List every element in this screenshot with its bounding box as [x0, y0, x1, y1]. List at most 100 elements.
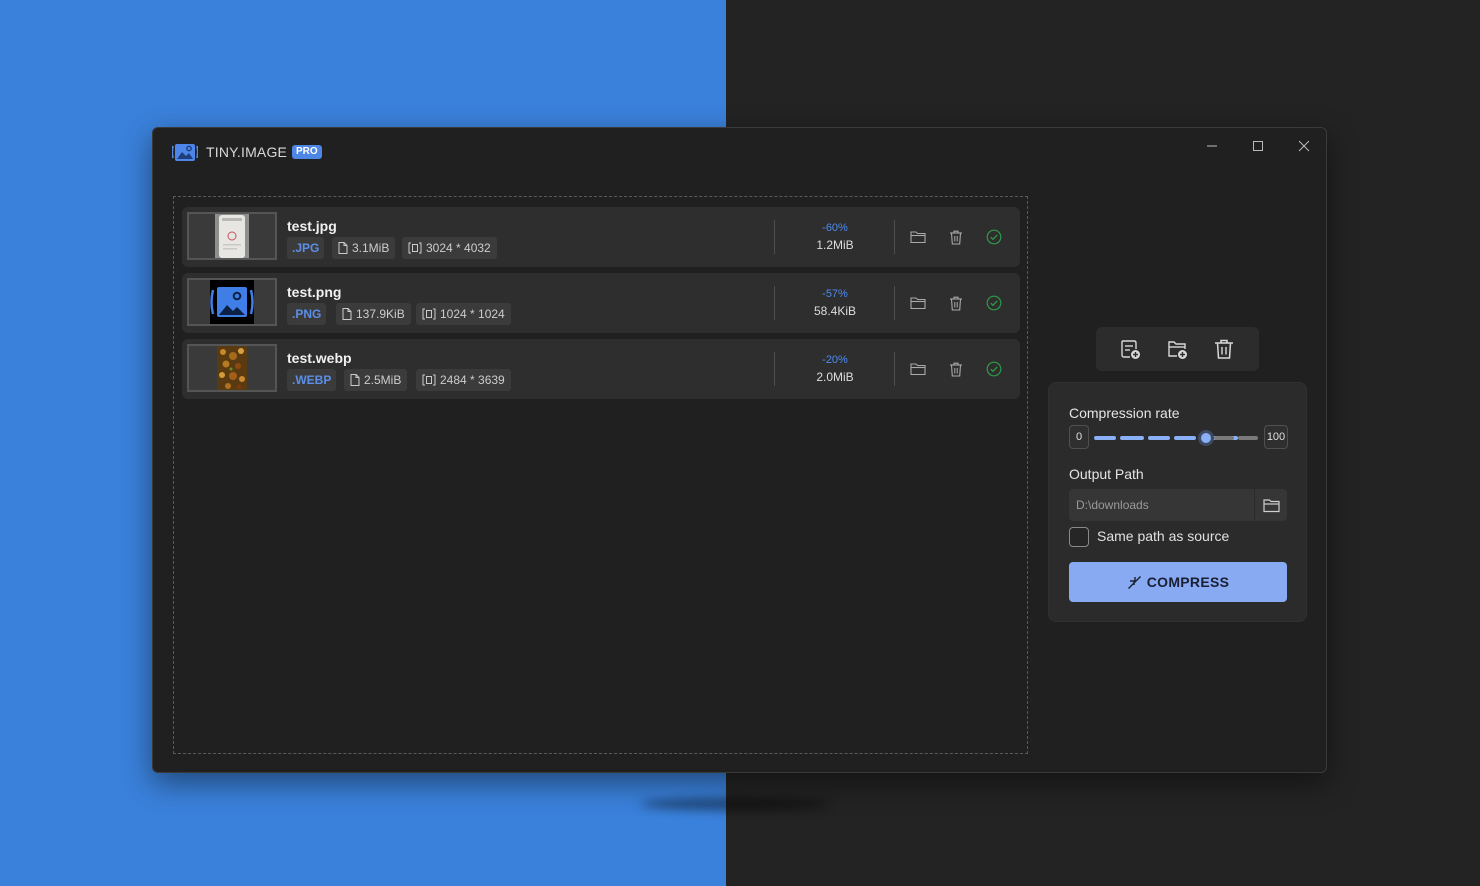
- compression-rate: -57%: [822, 288, 848, 300]
- close-button[interactable]: [1289, 133, 1319, 159]
- file-thumbnail: [187, 278, 277, 326]
- delete-button[interactable]: [946, 227, 966, 247]
- compressed-size: 58.4KiB: [813, 304, 857, 318]
- slider-min-value: 0: [1069, 425, 1089, 449]
- close-icon: [1298, 140, 1310, 152]
- file-ext: .WEBP: [292, 373, 332, 387]
- logo-thumbnail-image: [189, 280, 275, 324]
- file-icon: [338, 242, 348, 254]
- dimensions-icon: [408, 242, 422, 254]
- status-done: [984, 293, 1004, 313]
- check-circle-icon: [986, 295, 1002, 311]
- minimize-button[interactable]: [1197, 133, 1227, 159]
- divider: [774, 352, 775, 386]
- clear-all-button[interactable]: [1211, 336, 1237, 362]
- file-size-chip: 2.5MiB: [344, 369, 408, 391]
- status-done: [984, 359, 1004, 379]
- window-shadow: [640, 798, 830, 810]
- slider-max-value: 100: [1264, 425, 1288, 449]
- file-size: 137.9KiB: [356, 307, 405, 321]
- slider-fill: [1120, 436, 1144, 440]
- app-window: TINY.IMAGE PRO test.jpg .JPG 3.1MiB 3024…: [152, 127, 1327, 773]
- settings-panel: Compression rate 0 100 Output Path D:\do…: [1048, 382, 1307, 622]
- open-folder-button[interactable]: [908, 359, 928, 379]
- action-toolbar: [1096, 327, 1259, 371]
- bottle-thumbnail-image: [189, 214, 275, 258]
- file-size: 2.5MiB: [364, 373, 402, 387]
- file-dimensions: 3024 * 4032: [426, 241, 491, 255]
- slider-fill: [1174, 436, 1196, 440]
- slider-thumb[interactable]: [1198, 430, 1214, 446]
- title-bar[interactable]: TINY.IMAGE PRO: [153, 128, 1326, 176]
- open-folder-icon: [910, 231, 926, 244]
- compression-rate-label: Compression rate: [1069, 405, 1180, 421]
- output-path-input[interactable]: D:\downloads: [1069, 489, 1254, 521]
- compressed-size: 2.0MiB: [816, 370, 854, 384]
- delete-icon: [950, 230, 962, 245]
- divider: [894, 220, 895, 254]
- file-icon: [342, 308, 352, 320]
- maximize-icon: [1253, 141, 1263, 151]
- delete-icon: [950, 362, 962, 377]
- pro-badge: PRO: [292, 145, 322, 159]
- slider-fill: [1148, 436, 1170, 440]
- check-circle-icon: [986, 229, 1002, 245]
- compression-slider[interactable]: [1094, 436, 1258, 440]
- add-folder-button[interactable]: [1164, 336, 1190, 362]
- clear-all-icon: [1215, 339, 1233, 359]
- compress-button[interactable]: COMPRESS: [1069, 562, 1287, 602]
- file-row[interactable]: test.jpg .JPG 3.1MiB 3024 * 4032 -60% 1.…: [182, 207, 1020, 267]
- minimize-icon: [1207, 145, 1217, 147]
- compressed-size: 1.2MiB: [816, 238, 854, 252]
- file-icon: [350, 374, 360, 386]
- file-ext: .JPG: [292, 241, 320, 255]
- dimensions-chip: 1024 * 1024: [416, 303, 511, 325]
- dimensions-chip: 3024 * 4032: [402, 237, 497, 259]
- food-thumbnail-image: [189, 346, 275, 390]
- file-thumbnail: [187, 344, 277, 392]
- file-dimensions: 1024 * 1024: [440, 307, 505, 321]
- same-path-label: Same path as source: [1097, 528, 1230, 544]
- slider-rest: [1214, 436, 1234, 440]
- divider: [894, 352, 895, 386]
- compress-icon: [1127, 575, 1141, 589]
- add-file-icon: [1121, 340, 1140, 359]
- open-folder-icon: [910, 363, 926, 376]
- compression-rate: -60%: [822, 222, 848, 234]
- compress-label: COMPRESS: [1146, 574, 1230, 590]
- folder-icon: [1262, 498, 1280, 512]
- browse-folder-button[interactable]: [1255, 489, 1287, 521]
- file-ext-badge: .WEBP: [287, 369, 337, 391]
- file-drop-zone[interactable]: test.jpg .JPG 3.1MiB 3024 * 4032 -60% 1.…: [173, 196, 1028, 754]
- file-dimensions: 2484 * 3639: [440, 373, 505, 387]
- dimensions-icon: [422, 374, 436, 386]
- file-ext: .PNG: [292, 307, 322, 321]
- file-row[interactable]: test.webp .WEBP 2.5MiB 2484 * 3639 -20% …: [182, 339, 1020, 399]
- app-title: TINY.IMAGE: [206, 144, 288, 160]
- check-circle-icon: [986, 361, 1002, 377]
- dimensions-icon: [422, 308, 436, 320]
- divider: [774, 286, 775, 320]
- delete-button[interactable]: [946, 359, 966, 379]
- slider-fill: [1094, 436, 1116, 440]
- open-folder-button[interactable]: [908, 227, 928, 247]
- divider: [894, 286, 895, 320]
- same-path-checkbox[interactable]: [1069, 527, 1089, 547]
- file-ext-badge: .PNG: [287, 303, 327, 325]
- add-file-button[interactable]: [1117, 336, 1143, 362]
- dimensions-chip: 2484 * 3639: [416, 369, 511, 391]
- compression-rate: -20%: [822, 354, 848, 366]
- file-row[interactable]: test.png .PNG 137.9KiB 1024 * 1024 -57% …: [182, 273, 1020, 333]
- delete-button[interactable]: [946, 293, 966, 313]
- app-logo-icon: [172, 144, 198, 161]
- file-size: 3.1MiB: [352, 241, 390, 255]
- open-folder-icon: [910, 297, 926, 310]
- file-name: test.webp: [287, 350, 352, 366]
- file-size-chip: 137.9KiB: [336, 303, 411, 325]
- file-thumbnail: [187, 212, 277, 260]
- status-done: [984, 227, 1004, 247]
- file-size-chip: 3.1MiB: [332, 237, 396, 259]
- file-ext-badge: .JPG: [287, 237, 325, 259]
- open-folder-button[interactable]: [908, 293, 928, 313]
- maximize-button[interactable]: [1243, 133, 1273, 159]
